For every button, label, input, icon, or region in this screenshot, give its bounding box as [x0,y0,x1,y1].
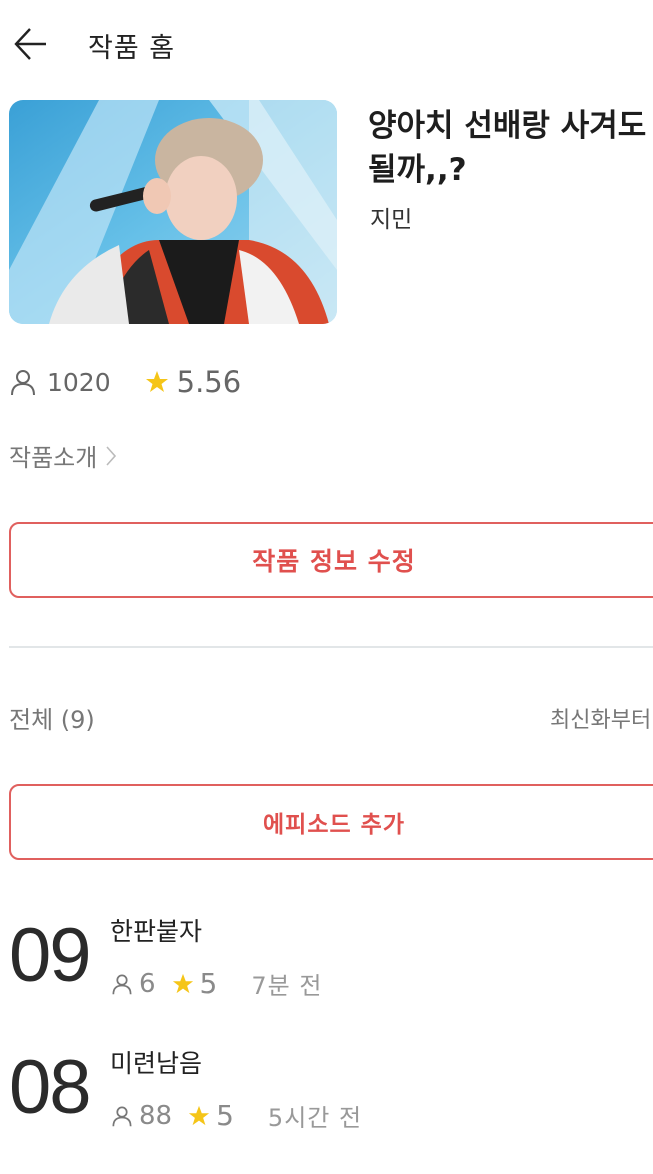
episode-title: 미련남음 [110,1049,203,1078]
work-title: 양아치 선배랑 사겨도 될까,,? [368,108,647,188]
episode-views: 6 [139,968,156,999]
episode-number: 09 [9,913,92,998]
star-icon [189,1105,210,1125]
episode-time: 7분 전 [251,972,323,1000]
edit-work-button[interactable]: 작품 정보 수정 [9,522,653,598]
work-intro-label: 작품소개 [9,444,98,472]
episode-time: 5시간 전 [267,1104,363,1132]
arrow-left-icon [14,28,46,60]
views-count: 1020 [47,367,111,397]
episode-number: 08 [9,1045,92,1130]
author-name: 지민 [370,207,413,233]
work-stats: 1020 5.56 [9,362,241,402]
back-button[interactable] [10,24,54,64]
episode-meta: 88 5 5시간 전 [111,1098,362,1133]
chevron-right-icon [106,445,117,466]
user-icon [11,370,35,396]
episode-title: 한판붙자 [110,917,203,946]
cover-image [9,100,337,324]
episode-total: 전체 (9) [9,706,95,734]
episode-rating: 5 [216,1099,234,1132]
views-stat: 1020 [9,368,111,397]
user-icon [112,1105,132,1126]
user-icon [112,973,132,994]
episode-rating: 5 [199,967,218,1000]
episode-views: 88 [139,1100,173,1131]
work-intro-link[interactable]: 작품소개 [9,438,117,473]
episode-meta: 6 5 7분 전 [111,966,322,1001]
episode-item[interactable]: 08 미련남음 88 5 5시간 전 [9,1044,653,1174]
rating-value: 5.56 [176,365,242,399]
page-title: 작품 홈 [88,33,176,64]
episode-item[interactable]: 09 한판붙자 6 5 7분 전 [9,912,653,1042]
star-icon [145,371,168,392]
add-episode-button[interactable]: 에피소드 추가 [9,784,653,860]
rating-stat: 5.56 [145,365,242,399]
star-icon [172,973,193,993]
divider [9,646,653,648]
sort-button[interactable]: 최신화부터 [550,702,651,734]
